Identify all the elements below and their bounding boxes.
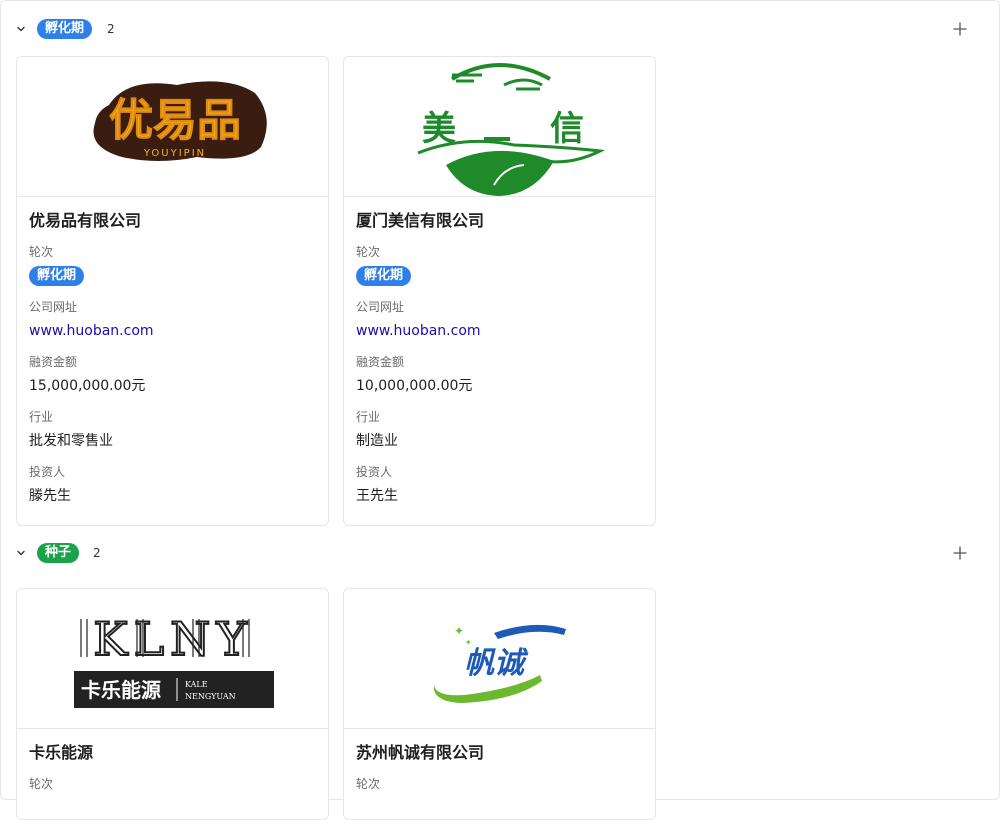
amount-value: 15,000,000.00元 <box>29 378 146 394</box>
sparkle-icon: ✦ <box>454 624 464 638</box>
round-label: 轮次 <box>356 777 381 791</box>
investor-value: 滕先生 <box>29 488 71 504</box>
website-label: 公司网址 <box>356 300 405 314</box>
group-header-seed: 种子 2 <box>0 538 1000 568</box>
card-title: 苏州帆诚有限公司 <box>356 743 485 762</box>
record-card[interactable]: 美 信 厦门美信有限公司 轮次 孵化期 公司网址 www.huoban.com … <box>343 56 656 526</box>
round-label: 轮次 <box>29 245 54 259</box>
logo-text: KLNY <box>93 612 253 666</box>
logo-cn-text: 卡乐能源 <box>81 678 161 702</box>
website-link[interactable]: www.huoban.com <box>356 321 643 341</box>
logo-text: 优易品 <box>109 95 241 146</box>
add-record-icon[interactable] <box>950 19 970 39</box>
round-pill: 孵化期 <box>29 266 85 286</box>
record-card[interactable]: KLNY 卡乐能源 KALE NENGYUAN 卡乐能源 轮次 <box>16 588 329 820</box>
group-count: 2 <box>93 546 101 560</box>
amount-value: 10,000,000.00元 <box>356 378 473 394</box>
round-label: 轮次 <box>356 245 381 259</box>
add-record-icon[interactable] <box>950 543 970 563</box>
group-tag: 种子 <box>37 543 80 563</box>
industry-value: 批发和零售业 <box>29 433 113 449</box>
company-logo: ✦ ✦ 帆诚 <box>344 589 655 729</box>
logo-en-text: KALE <box>185 680 208 689</box>
record-card[interactable]: 优易品 YOUYIPIN 优易品有限公司 轮次 孵化期 公司网址 www.huo… <box>16 56 329 526</box>
card-title: 厦门美信有限公司 <box>356 211 485 230</box>
investor-value: 王先生 <box>356 488 398 504</box>
record-card[interactable]: ✦ ✦ 帆诚 苏州帆诚有限公司 轮次 <box>343 588 656 820</box>
company-logo: KLNY 卡乐能源 KALE NENGYUAN <box>17 589 328 729</box>
company-logo: 优易品 YOUYIPIN <box>17 57 328 197</box>
group-tag: 孵化期 <box>37 19 93 39</box>
logo-text-left: 美 <box>422 109 456 149</box>
card-title: 卡乐能源 <box>29 743 94 762</box>
logo-text-right: 信 <box>550 109 584 149</box>
group-header-incubation: 孵化期 2 <box>0 14 1000 44</box>
group-count: 2 <box>107 22 115 36</box>
industry-value: 制造业 <box>356 433 398 449</box>
logo-text: 帆诚 <box>464 646 529 681</box>
round-pill: 孵化期 <box>356 266 412 286</box>
logo-subtext: YOUYIPIN <box>143 148 206 159</box>
chevron-down-icon[interactable] <box>14 546 28 560</box>
card-title: 优易品有限公司 <box>29 211 142 230</box>
logo-en-text-2: NENGYUAN <box>185 692 236 701</box>
round-label: 轮次 <box>29 777 54 791</box>
investor-label: 投资人 <box>29 465 66 479</box>
industry-label: 行业 <box>29 410 54 424</box>
amount-label: 融资金额 <box>356 355 405 369</box>
chevron-down-icon[interactable] <box>14 22 28 36</box>
website-link[interactable]: www.huoban.com <box>29 321 316 341</box>
amount-label: 融资金额 <box>29 355 78 369</box>
industry-label: 行业 <box>356 410 381 424</box>
company-logo: 美 信 <box>344 57 655 197</box>
website-label: 公司网址 <box>29 300 78 314</box>
investor-label: 投资人 <box>356 465 393 479</box>
